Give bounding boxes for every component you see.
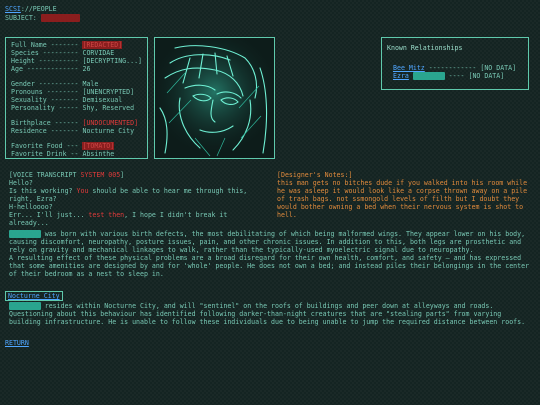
profile-label: Full Name -------: [11, 41, 83, 49]
profile-value: CORVIDAE: [82, 49, 115, 58]
city-link-box: Nocturne City: [5, 291, 63, 302]
breadcrumb: SCSI://PEOPLE: [5, 5, 57, 13]
transcript-line: right, Ezra?: [9, 195, 57, 204]
profile-label: Age -------------: [11, 65, 83, 74]
profile-label: Personality -----: [11, 104, 83, 113]
relationships-title: Known Relationships: [387, 44, 463, 52]
profile-group-identity: Full Name ------- [REDACTED] Species ----…: [11, 41, 142, 73]
subject-value-redacted: [REDACTED]: [40, 14, 81, 22]
profile-value: Shy, Reserved: [82, 104, 135, 113]
profile-label: Species ---------: [11, 49, 83, 58]
relationships-panel: Known Relationships Bee Mitz -----------…: [381, 37, 529, 90]
profile-row: Favorite Food --- [TOMATO]: [11, 142, 142, 151]
transcript-line: Hello?: [9, 179, 33, 188]
profile-row: Age ------------- 26: [11, 65, 142, 73]
transcript-system-code: SYSTEM 005: [80, 171, 121, 179]
profile-value: [DECRYPTING...]: [82, 57, 143, 66]
breadcrumb-path: ://PEOPLE: [20, 5, 57, 13]
transcript-highlight: test then: [88, 211, 125, 220]
profile-value: Nocturne City: [82, 127, 135, 136]
transcript-line: already...: [9, 219, 49, 228]
profile-value: [REDACTED]: [82, 41, 123, 49]
profile-label: Sexuality -------: [11, 96, 83, 105]
profile-label: Pronouns --------: [11, 88, 83, 97]
subject-line: SUBJECT: [REDACTED]: [5, 14, 81, 22]
biography: XXXXXXXX was born with various birth def…: [9, 230, 531, 278]
city-name-redacted: XXXXXXXX: [9, 302, 41, 311]
profile-value: [UNDOCUMENTED]: [82, 119, 139, 128]
relationship-redacted: Lastname: [412, 72, 445, 81]
profile-group-personal: Gender ---------- Male Pronouns -------- …: [11, 80, 142, 112]
profile-panel: Full Name ------- [REDACTED] Species ----…: [5, 37, 148, 159]
profile-value: [UNENCRYPTED]: [82, 88, 135, 97]
relationship-item: Bee Mitz ------------ [NO DATA]: [387, 64, 523, 72]
profile-row: Height ---------- [DECRYPTING...]: [11, 57, 142, 65]
profile-label: Residence -------: [11, 127, 83, 136]
return-link[interactable]: RETURN: [5, 339, 29, 347]
bio-paragraph-1: XXXXXXXX was born with various birth def…: [9, 230, 526, 255]
nocturne-city-link[interactable]: Nocturne City: [8, 292, 60, 300]
bio-paragraph-2: A resulting effect of these physical pro…: [9, 254, 530, 279]
portrait-frame: [154, 37, 275, 159]
city-section: Nocturne City XXXXXXXX resides within No…: [5, 291, 531, 326]
profile-row: Birthplace ------ [UNDOCUMENTED]: [11, 119, 142, 127]
profile-label: Favorite Drink --: [11, 150, 83, 159]
relationship-name-link[interactable]: Ezra: [393, 72, 409, 80]
profile-group-favorites: Favorite Food --- [TOMATO] Favorite Drink…: [11, 142, 142, 158]
transcript-line: H-helloooo?: [9, 203, 53, 212]
profile-row: Species --------- CORVIDAE: [11, 49, 142, 57]
transcript-line: Is this working? You should be able to h…: [9, 187, 248, 196]
bio-name-redacted: XXXXXXXX: [9, 230, 41, 238]
relationship-status: [NO DATA]: [468, 72, 505, 81]
sketch-portrait-icon: [155, 38, 274, 158]
relationship-status: [NO DATA]: [480, 64, 517, 73]
city-paragraph: XXXXXXXX resides within Nocturne City, a…: [9, 302, 526, 327]
profile-row: Residence ------- Nocturne City: [11, 127, 142, 135]
relationship-item: Ezra Lastname ---- [NO DATA]: [387, 72, 523, 81]
profile-value: Absinthe: [82, 150, 115, 159]
profile-row: Full Name ------- [REDACTED]: [11, 41, 142, 49]
footer: RETURN: [5, 339, 29, 347]
profile-row: Favorite Drink -- Absinthe: [11, 150, 142, 158]
relationships-list: Bee Mitz ------------ [NO DATA] Ezra Last…: [387, 64, 523, 81]
profile-value: Demisexual: [82, 96, 123, 105]
profile-row: Gender ---------- Male: [11, 80, 142, 88]
transcript-title: [VOICE TRANSCRIPT: [9, 171, 81, 179]
designer-notes: [Designer's Notes:] this man gets no bit…: [277, 171, 531, 219]
profile-label: Birthplace ------: [11, 119, 83, 128]
profile-value: Male: [82, 80, 99, 89]
transcript-line: Err... I'll just... test then, I hope I …: [9, 211, 228, 220]
profile-value: 26: [82, 65, 91, 74]
transcript-title-end: ]: [120, 171, 125, 179]
relationship-name-link[interactable]: Bee Mitz: [393, 64, 425, 72]
subject-label: SUBJECT:: [5, 14, 37, 22]
relationship-dashes: ------------: [424, 64, 481, 73]
breadcrumb-scsi-link[interactable]: SCSI: [5, 5, 21, 13]
profile-group-origin: Birthplace ------ [UNDOCUMENTED] Residenc…: [11, 119, 142, 135]
profile-label: Gender ----------: [11, 80, 83, 89]
profile-row: Personality ----- Shy, Reserved: [11, 104, 142, 112]
profile-label: Favorite Food ---: [11, 142, 83, 151]
designer-notes-text: this man gets no bitches dude if you wal…: [277, 179, 528, 220]
relationship-dashes: ----: [444, 72, 469, 81]
transcript-highlight: You: [76, 187, 89, 196]
profile-label: Height ----------: [11, 57, 83, 66]
profile-row: Sexuality ------- Demisexual: [11, 96, 142, 104]
designer-notes-title: [Designer's Notes:]: [277, 171, 353, 179]
voice-transcript: [VOICE TRANSCRIPT SYSTEM 005] Hello? Is …: [9, 171, 269, 227]
profile-row: Pronouns -------- [UNENCRYPTED]: [11, 88, 142, 96]
profile-value: [TOMATO]: [82, 142, 115, 151]
